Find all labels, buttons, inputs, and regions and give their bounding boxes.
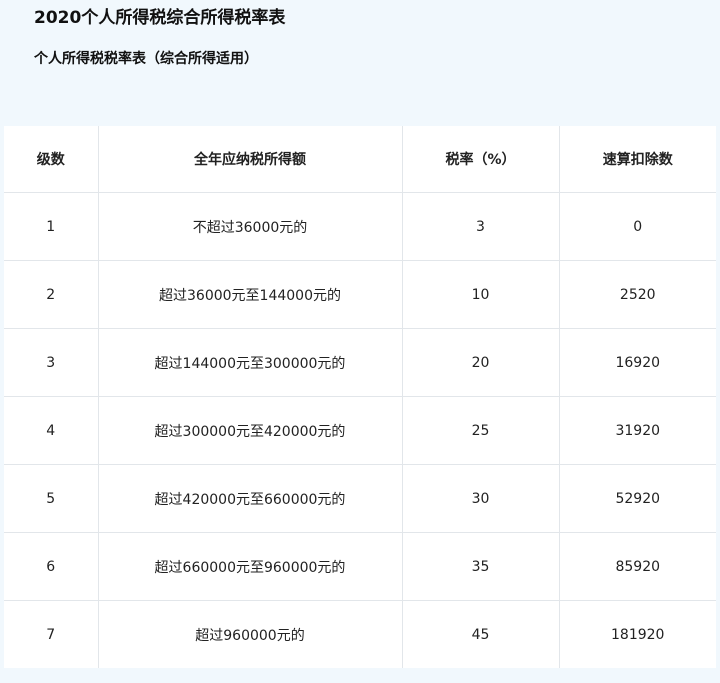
- cell-taxable-income: 超过660000元至960000元的: [97, 532, 403, 601]
- cell-taxable-income: 超过300000元至420000元的: [97, 396, 403, 465]
- cell-quick-deduction: 85920: [558, 532, 716, 601]
- cell-level: 2: [4, 260, 99, 329]
- tax-rate-table-container: 级数 全年应纳税所得额 税率（%） 速算扣除数 1 不超过36000元的 3 0…: [4, 126, 716, 668]
- header-tax-rate: 税率（%）: [401, 126, 560, 193]
- cell-level: 3: [4, 328, 99, 397]
- cell-taxable-income: 超过36000元至144000元的: [97, 260, 403, 329]
- table-row: 2 超过36000元至144000元的 10 2520: [4, 260, 716, 329]
- cell-taxable-income: 超过420000元至660000元的: [97, 464, 403, 533]
- cell-level: 6: [4, 532, 99, 601]
- cell-taxable-income: 不超过36000元的: [97, 192, 403, 261]
- table-row: 4 超过300000元至420000元的 25 31920: [4, 396, 716, 465]
- cell-quick-deduction: 16920: [558, 328, 716, 397]
- table-row: 5 超过420000元至660000元的 30 52920: [4, 464, 716, 533]
- cell-tax-rate: 20: [401, 328, 560, 397]
- cell-tax-rate: 45: [401, 600, 560, 668]
- cell-tax-rate: 25: [401, 396, 560, 465]
- cell-level: 5: [4, 464, 99, 533]
- cell-level: 4: [4, 396, 99, 465]
- tax-rate-table: 级数 全年应纳税所得额 税率（%） 速算扣除数 1 不超过36000元的 3 0…: [4, 126, 716, 668]
- table-row: 3 超过144000元至300000元的 20 16920: [4, 328, 716, 397]
- cell-quick-deduction: 0: [558, 192, 716, 261]
- header-level: 级数: [4, 126, 99, 193]
- cell-taxable-income: 超过960000元的: [97, 600, 403, 668]
- cell-tax-rate: 10: [401, 260, 560, 329]
- header-quick-deduction: 速算扣除数: [558, 126, 716, 193]
- cell-quick-deduction: 181920: [558, 600, 716, 668]
- header-taxable-income: 全年应纳税所得额: [97, 126, 403, 193]
- section-title: 个人所得税税率表（综合所得适用）: [34, 51, 258, 67]
- table-header-row: 级数 全年应纳税所得额 税率（%） 速算扣除数: [4, 126, 716, 193]
- cell-level: 1: [4, 192, 99, 261]
- cell-quick-deduction: 2520: [558, 260, 716, 329]
- table-row: 7 超过960000元的 45 181920: [4, 600, 716, 668]
- page-title: 2020个人所得税综合所得税率表: [34, 8, 286, 28]
- cell-tax-rate: 30: [401, 464, 560, 533]
- cell-quick-deduction: 52920: [558, 464, 716, 533]
- cell-level: 7: [4, 600, 99, 668]
- cell-taxable-income: 超过144000元至300000元的: [97, 328, 403, 397]
- table-row: 1 不超过36000元的 3 0: [4, 192, 716, 261]
- table-row: 6 超过660000元至960000元的 35 85920: [4, 532, 716, 601]
- cell-quick-deduction: 31920: [558, 396, 716, 465]
- cell-tax-rate: 3: [401, 192, 560, 261]
- cell-tax-rate: 35: [401, 532, 560, 601]
